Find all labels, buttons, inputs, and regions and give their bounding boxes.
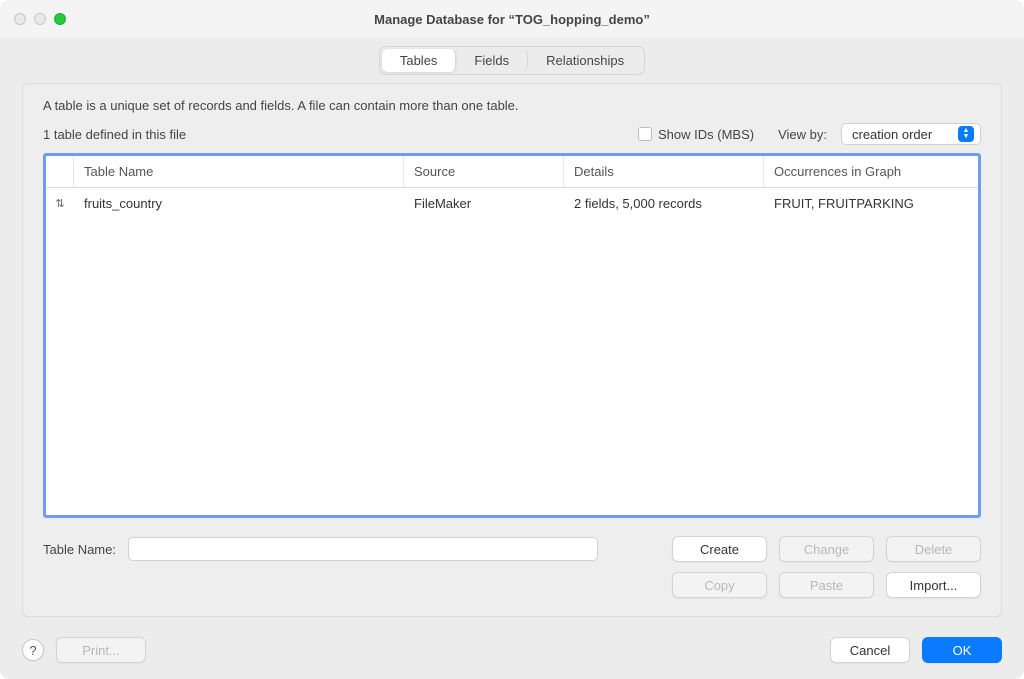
tab-tables[interactable]: Tables <box>382 49 457 72</box>
view-by-select[interactable]: creation order ▲▼ <box>841 123 981 145</box>
copy-button: Copy <box>672 572 767 598</box>
column-table-name[interactable]: Table Name <box>74 156 404 187</box>
show-ids-checkbox-wrap[interactable]: Show IDs (MBS) <box>638 127 754 142</box>
cell-name: fruits_country <box>74 194 404 213</box>
cell-occurrences: FRUIT, FRUITPARKING <box>764 194 978 213</box>
table-name-label: Table Name: <box>43 542 116 557</box>
column-drag-handle <box>46 156 74 187</box>
help-button[interactable]: ? <box>22 639 44 661</box>
column-source[interactable]: Source <box>404 156 564 187</box>
table-count-label: 1 table defined in this file <box>43 127 624 142</box>
tables-panel: A table is a unique set of records and f… <box>22 83 1002 617</box>
table-body: ⇅ fruits_country FileMaker 2 fields, 5,0… <box>46 188 978 515</box>
titlebar: Manage Database for “TOG_hopping_demo” <box>0 0 1024 38</box>
content: Tables Fields Relationships A table is a… <box>0 38 1024 627</box>
window-title: Manage Database for “TOG_hopping_demo” <box>12 12 1012 27</box>
tables-list[interactable]: Table Name Source Details Occurrences in… <box>43 153 981 518</box>
table-name-row: Table Name: Create Change Delete <box>43 536 981 562</box>
column-details[interactable]: Details <box>564 156 764 187</box>
tab-relationships[interactable]: Relationships <box>528 49 642 72</box>
minimize-window-button[interactable] <box>34 13 46 25</box>
action-buttons-row2: Copy Paste Import... <box>43 572 981 598</box>
zoom-window-button[interactable] <box>54 13 66 25</box>
close-window-button[interactable] <box>14 13 26 25</box>
panel-description: A table is a unique set of records and f… <box>43 98 981 113</box>
print-button: Print... <box>56 637 146 663</box>
meta-row: 1 table defined in this file Show IDs (M… <box>43 123 981 145</box>
cancel-button[interactable]: Cancel <box>830 637 910 663</box>
tab-bar: Tables Fields Relationships <box>22 46 1002 75</box>
dialog-window: Manage Database for “TOG_hopping_demo” T… <box>0 0 1024 679</box>
view-by-label: View by: <box>778 127 827 142</box>
delete-button: Delete <box>886 536 981 562</box>
traffic-lights <box>14 13 66 25</box>
paste-button: Paste <box>779 572 874 598</box>
import-button[interactable]: Import... <box>886 572 981 598</box>
tab-fields[interactable]: Fields <box>456 49 528 72</box>
create-button[interactable]: Create <box>672 536 767 562</box>
cell-source: FileMaker <box>404 194 564 213</box>
cell-details: 2 fields, 5,000 records <box>564 194 764 213</box>
table-row[interactable]: ⇅ fruits_country FileMaker 2 fields, 5,0… <box>46 188 978 219</box>
ok-button[interactable]: OK <box>922 637 1002 663</box>
table-header: Table Name Source Details Occurrences in… <box>46 156 978 188</box>
dialog-footer: ? Print... Cancel OK <box>0 627 1024 679</box>
view-by-value: creation order <box>852 127 932 142</box>
column-occurrences[interactable]: Occurrences in Graph <box>764 156 978 187</box>
show-ids-label: Show IDs (MBS) <box>658 127 754 142</box>
table-name-input[interactable] <box>128 537 598 561</box>
action-buttons-row1: Create Change Delete <box>672 536 981 562</box>
change-button: Change <box>779 536 874 562</box>
select-arrows-icon: ▲▼ <box>958 126 974 142</box>
drag-handle-icon[interactable]: ⇅ <box>46 194 74 213</box>
show-ids-checkbox[interactable] <box>638 127 652 141</box>
segmented-tabs: Tables Fields Relationships <box>379 46 645 75</box>
